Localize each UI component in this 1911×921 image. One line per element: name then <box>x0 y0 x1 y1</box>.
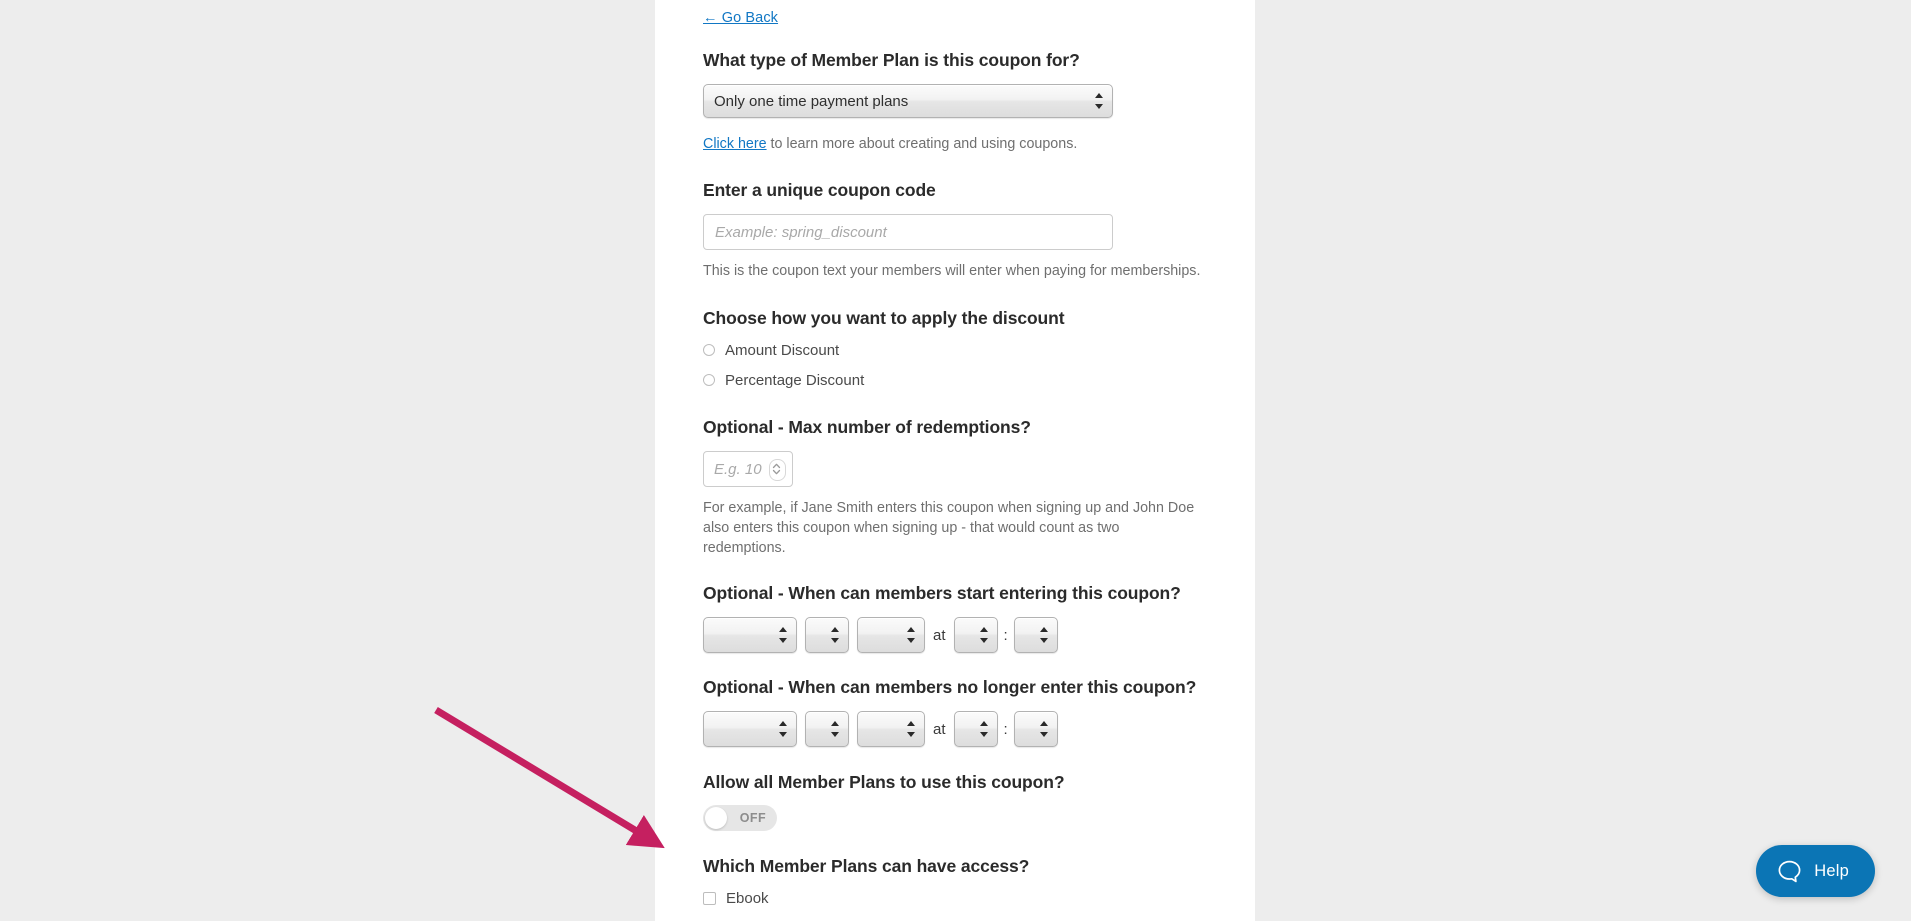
chevron-up-down-icon <box>979 626 989 644</box>
plan-access-section: Which Member Plans can have access? Eboo… <box>703 856 1205 910</box>
end-date-day-value <box>816 712 822 748</box>
radio-percentage-discount-label: Percentage Discount <box>725 371 865 389</box>
coupon-code-helper: This is the coupon text your members wil… <box>703 263 1201 280</box>
plan-access-heading: Which Member Plans can have access? <box>703 856 1030 877</box>
allow-all-plans-section: Allow all Member Plans to use this coupo… <box>703 772 1205 832</box>
start-time-hour-select[interactable] <box>953 617 998 654</box>
chevron-up-down-icon <box>779 720 788 738</box>
annotation-arrow-line <box>434 707 665 849</box>
radio-amount-discount-label: Amount Discount <box>725 341 840 359</box>
end-time-hour-value <box>965 712 971 748</box>
coupon-code-section: Enter a unique coupon code This is the c… <box>703 180 1205 281</box>
start-date-day-value <box>816 618 822 654</box>
discount-type-section: Choose how you want to apply the discoun… <box>703 308 1205 392</box>
help-button-label: Help <box>1814 861 1849 880</box>
end-date-heading: Optional - When can members no longer en… <box>703 677 1197 698</box>
chevron-up-down-icon <box>1095 92 1104 110</box>
chevron-up-down-icon <box>907 720 916 738</box>
toggle-knob <box>705 807 727 830</box>
end-date-month-value <box>714 712 770 748</box>
end-date-at-label: at <box>933 720 946 738</box>
plan-type-select-value: Only one time payment plans <box>714 93 909 110</box>
start-date-year-value <box>868 618 898 654</box>
radio-amount-discount[interactable]: Amount Discount <box>703 339 1205 362</box>
end-date-day-select[interactable] <box>805 711 849 748</box>
checkbox-plan-ebook-box[interactable] <box>703 892 716 906</box>
redemptions-heading: Optional - Max number of redemptions? <box>703 416 1031 437</box>
start-date-at-label: at <box>933 626 946 644</box>
chevron-up-down-icon <box>1039 720 1049 738</box>
help-button[interactable]: Help <box>1756 845 1875 897</box>
end-date-year-value <box>868 712 898 748</box>
start-date-month-value <box>714 618 770 654</box>
redemptions-helper: For example, if Jane Smith enters this c… <box>703 499 1195 557</box>
chevron-up-down-icon <box>1039 626 1049 644</box>
end-date-month-select[interactable] <box>703 711 797 748</box>
start-date-section: Optional - When can members start enteri… <box>703 583 1205 654</box>
plan-type-helper: Click here to learn more about creating … <box>703 134 1205 154</box>
go-back-link[interactable]: ← Go Back <box>703 10 778 26</box>
coupon-code-heading: Enter a unique coupon code <box>703 180 936 201</box>
content-panel: ← Go Back What type of Member Plan is th… <box>655 0 1255 921</box>
chat-bubble-icon <box>1778 860 1801 882</box>
start-time-minute-select[interactable] <box>1013 617 1058 654</box>
redemptions-input-wrap[interactable]: E.g. 10 <box>703 450 793 487</box>
end-time-minute-select[interactable] <box>1013 711 1058 748</box>
start-time-separator: : <box>1003 626 1008 644</box>
radio-percentage-discount-dot[interactable] <box>703 374 715 387</box>
start-time-minute-value <box>1025 618 1031 654</box>
end-time-minute-value <box>1025 712 1031 748</box>
discount-type-heading: Choose how you want to apply the discoun… <box>703 307 1065 328</box>
end-date-controls: at : <box>703 711 1205 748</box>
start-date-heading: Optional - When can members start enteri… <box>703 583 1181 604</box>
allow-all-plans-toggle[interactable]: OFF <box>703 805 777 832</box>
coupon-code-input[interactable] <box>703 214 1113 251</box>
chevron-up-down-icon <box>907 626 916 644</box>
start-date-day-select[interactable] <box>805 617 849 654</box>
allow-all-plans-heading: Allow all Member Plans to use this coupo… <box>703 772 1065 793</box>
radio-amount-discount-dot[interactable] <box>703 344 715 357</box>
start-time-hour-value <box>965 618 971 654</box>
plan-type-section: What type of Member Plan is this coupon … <box>703 50 1205 154</box>
end-date-section: Optional - When can members no longer en… <box>703 677 1205 748</box>
checkbox-plan-ebook[interactable]: Ebook <box>703 887 1205 910</box>
end-time-separator: : <box>1003 720 1008 738</box>
redemptions-input-placeholder: E.g. 10 <box>714 460 762 478</box>
end-time-hour-select[interactable] <box>953 711 998 748</box>
start-date-controls: at : <box>703 617 1205 654</box>
end-date-year-select[interactable] <box>857 711 925 748</box>
stepper-chevrons-icon <box>772 463 781 474</box>
plan-type-helper-rest: to learn more about creating and using c… <box>766 136 1078 152</box>
chevron-up-down-icon <box>979 720 989 738</box>
start-date-year-select[interactable] <box>857 617 925 654</box>
chevron-up-down-icon <box>831 720 840 738</box>
chevron-up-down-icon <box>831 626 840 644</box>
coupon-form: ← Go Back What type of Member Plan is th… <box>703 0 1205 910</box>
plan-type-heading: What type of Member Plan is this coupon … <box>703 50 1080 70</box>
coupons-learn-more-link[interactable]: Click here <box>703 136 767 152</box>
start-date-month-select[interactable] <box>703 617 797 654</box>
redemptions-section: Optional - Max number of redemptions? E.… <box>703 417 1205 559</box>
chevron-up-down-icon <box>779 626 788 644</box>
toggle-state-label: OFF <box>739 811 766 826</box>
plan-type-select[interactable]: Only one time payment plans <box>703 84 1113 118</box>
redemptions-stepper[interactable] <box>769 458 786 481</box>
checkbox-plan-ebook-label: Ebook <box>726 890 769 908</box>
go-back-row: ← Go Back <box>703 0 1205 27</box>
radio-percentage-discount[interactable]: Percentage Discount <box>703 369 1205 392</box>
